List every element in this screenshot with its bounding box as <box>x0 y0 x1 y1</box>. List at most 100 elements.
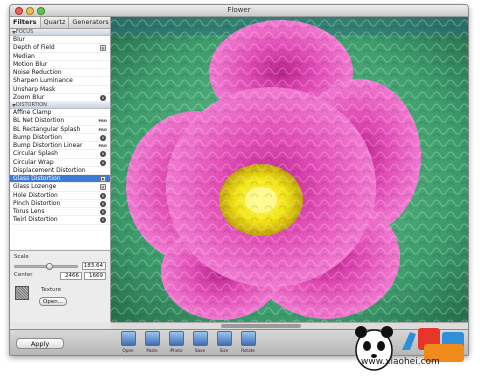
filter-item-label: Noise Reduction <box>13 69 62 76</box>
filter-item-label: Zoom Blur <box>13 93 45 101</box>
filter-item[interactable]: Unsharp Mask <box>10 86 110 94</box>
toolbar-rotate-button[interactable]: Rotate <box>237 331 259 355</box>
filter-sidebar: Filters Quartz Generators FOCUS Blur Depth… <box>10 17 113 322</box>
filter-item[interactable]: Glass Lozenge ▦ <box>10 183 110 192</box>
filter-item-label: Hole Distortion <box>13 191 58 199</box>
x-circle-icon: ✕ <box>100 192 106 199</box>
filter-item-label: Glass Lozenge <box>13 183 57 191</box>
square-icon: ▣ <box>100 176 106 182</box>
toolbar-label: Save <box>194 348 206 353</box>
x-circle-icon: ✕ <box>100 200 106 207</box>
grid-icon: ▦ <box>100 45 106 52</box>
center-x-field[interactable]: 2466 <box>60 272 82 280</box>
filter-item[interactable]: Torus Lens ✕ <box>10 208 110 217</box>
filter-item[interactable]: Circular Wrap ✕ <box>10 159 110 167</box>
x-circle-icon: ✕ <box>100 209 106 215</box>
filter-item-label: Circular Splash <box>13 150 58 158</box>
texture-thumbnail <box>15 286 29 300</box>
open-icon <box>120 331 136 346</box>
filter-item[interactable]: Circular Splash ✕ <box>10 150 110 159</box>
filter-item[interactable]: Noise Reduction <box>10 69 110 78</box>
size-icon <box>216 331 232 346</box>
tab-filters[interactable]: Filters <box>10 17 41 28</box>
toolbar-label: Size <box>219 348 229 353</box>
pro-badge: PRO <box>98 119 107 124</box>
flower-image <box>111 17 468 322</box>
filter-item-label: Torus Lens <box>13 208 45 215</box>
filter-item-label: Twirl Distortion <box>13 216 58 224</box>
toolbar-open-button[interactable]: Open <box>117 331 139 355</box>
toolbar-paste-button[interactable]: Paste <box>141 331 163 355</box>
filter-item-label: Depth of Field <box>13 44 55 52</box>
watermark-url: www.xiaohei.com <box>361 357 440 367</box>
filter-group-header[interactable]: FOCUS <box>10 29 110 36</box>
pro-badge: PRO <box>98 127 107 132</box>
filter-item[interactable]: BL Rectangular Splash PRO <box>10 126 110 134</box>
filter-item-label: Affine Clamp <box>13 109 52 116</box>
filter-item-label: Pinch Distortion <box>13 199 61 207</box>
scale-slider[interactable] <box>14 263 78 270</box>
filter-item[interactable]: Median <box>10 53 110 61</box>
filter-item-label: Circular Wrap <box>13 158 54 166</box>
grid-icon: ▦ <box>100 184 106 191</box>
texture-open-button[interactable]: Open... <box>39 297 67 306</box>
scale-slider-knob[interactable] <box>46 263 54 270</box>
tab-quartz[interactable]: Quartz <box>41 17 70 28</box>
filter-item-label: Displacement Distortion <box>13 166 86 174</box>
filter-item-label: Sharpen Luminance <box>13 77 73 85</box>
toolbar-iphoto-button[interactable]: iPhoto <box>165 331 187 355</box>
filter-item[interactable]: Bump Distortion ✕ <box>10 134 110 142</box>
scrollbar-thumb[interactable] <box>221 324 301 328</box>
x-circle-icon: ✕ <box>100 134 106 141</box>
filter-item[interactable]: Sharpen Luminance <box>10 77 110 86</box>
toolbar-label: Open <box>122 348 134 353</box>
center-y-field[interactable]: 1669 <box>84 272 106 280</box>
filter-item-label: Bump Distortion Linear <box>13 142 83 149</box>
iphoto-icon <box>168 331 184 346</box>
x-circle-icon: ✕ <box>100 151 106 158</box>
filter-list[interactable]: FOCUS Blur Depth of Field ▦ Median Motion Blu… <box>10 29 110 249</box>
image-preview[interactable] <box>111 17 468 322</box>
filter-item-label: Unsharp Mask <box>13 85 56 93</box>
x-circle-icon: ✕ <box>100 217 106 224</box>
paste-icon <box>144 331 160 346</box>
texture-label: Texture <box>41 287 62 293</box>
x-circle-icon: ✕ <box>100 94 106 101</box>
scale-value-field[interactable]: 183.64 <box>82 262 106 270</box>
filter-item[interactable]: BL Net Distortion PRO <box>10 117 110 126</box>
filter-item[interactable]: Zoom Blur ✕ <box>10 94 110 102</box>
apply-button[interactable]: Apply <box>16 338 64 349</box>
filter-item[interactable]: Pinch Distortion ✕ <box>10 200 110 208</box>
filter-item[interactable]: Motion Blur <box>10 61 110 69</box>
rotate-icon <box>240 331 256 346</box>
filter-item-label: Median <box>13 52 35 60</box>
toolbar-size-button[interactable]: Size <box>213 331 235 355</box>
filter-item[interactable]: Bump Distortion Linear PRO <box>10 142 110 151</box>
filter-item[interactable]: Displacement Distortion <box>10 167 110 175</box>
center-label: Center <box>14 272 33 278</box>
toolbar-label: iPhoto <box>169 348 183 353</box>
window-title: Flower <box>227 6 251 14</box>
save-icon <box>192 331 208 346</box>
filter-group-header[interactable]: DISTORTION <box>10 102 110 109</box>
filter-item-label: BL Rectangular Splash <box>13 125 81 133</box>
filter-item-label: Blur <box>13 36 26 43</box>
toolbar-save-button[interactable]: Save <box>189 331 211 355</box>
filter-item[interactable]: Blur <box>10 36 110 45</box>
toolbar-label: Rotate <box>241 348 255 353</box>
filter-item-label: Bump Distortion <box>13 133 62 141</box>
pro-badge: PRO <box>98 144 107 148</box>
filter-item[interactable]: Affine Clamp <box>10 109 110 118</box>
scale-label: Scale <box>14 254 29 260</box>
tab-generators[interactable]: Generators <box>69 17 113 28</box>
filter-item[interactable]: Hole Distortion ✕ <box>10 192 110 200</box>
filter-item[interactable]: Depth of Field ▦ <box>10 44 110 53</box>
filter-item-label: Motion Blur <box>13 60 48 68</box>
filter-item-label: Glass Distortion <box>13 175 61 182</box>
toolbar-label: Paste <box>146 348 158 353</box>
x-circle-icon: ✕ <box>100 159 106 166</box>
filter-item[interactable]: Glass Distortion ▣ <box>10 175 110 184</box>
sidebar-tabs: Filters Quartz Generators <box>10 17 113 29</box>
filter-item-label: BL Net Distortion <box>13 117 65 125</box>
filter-item[interactable]: Twirl Distortion ✕ <box>10 216 110 225</box>
